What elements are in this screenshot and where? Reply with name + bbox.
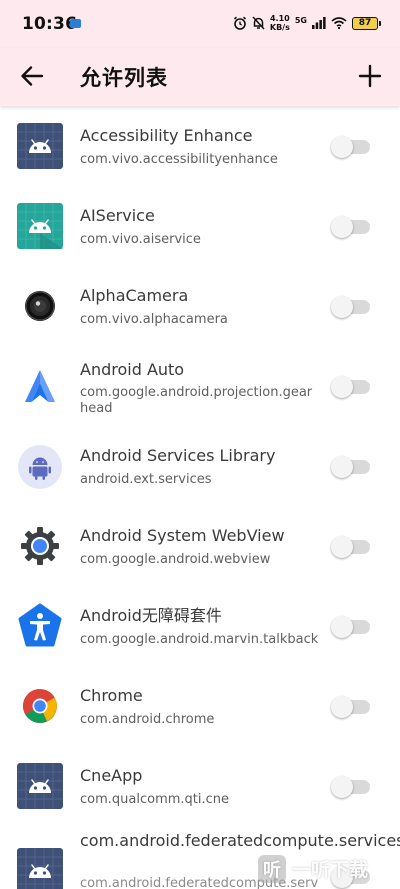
app-package: com.google.android.marvin.talkback — [80, 632, 319, 647]
app-name: Android无障碍套件 — [80, 606, 222, 625]
network-speed: 4.10 KB/s — [270, 14, 290, 32]
notification-icon — [70, 19, 81, 28]
status-time: 10:36 — [22, 14, 78, 34]
camera-lens-icon — [25, 291, 55, 321]
toggle-knob — [331, 216, 353, 238]
toggle-knob — [331, 296, 353, 318]
list-item[interactable]: AlphaCamera com.vivo.alphacamera — [0, 266, 400, 346]
accessibility-icon — [18, 603, 62, 647]
android-robot-icon — [18, 445, 62, 489]
allow-toggle[interactable] — [331, 536, 370, 558]
signal-icon — [312, 17, 326, 29]
allow-toggle[interactable] — [331, 376, 370, 398]
list-item[interactable]: Accessibility Enhance com.vivo.accessibi… — [0, 106, 400, 186]
battery-level: 87 — [358, 17, 372, 28]
add-icon[interactable] — [356, 62, 384, 90]
page-title: 允许列表 — [80, 66, 168, 90]
app-package: com.vivo.alphacamera — [80, 312, 228, 327]
app-package: com.vivo.accessibilityenhance — [80, 152, 278, 167]
allow-toggle[interactable] — [331, 696, 370, 718]
allow-toggle[interactable] — [331, 296, 370, 318]
toggle-knob — [331, 536, 353, 558]
toggle-knob — [331, 456, 353, 478]
watermark-text: 一听下载 — [292, 859, 369, 881]
network-type: 5G — [294, 15, 307, 25]
watermark-badge: 听 — [258, 854, 286, 883]
list-item[interactable]: Android System WebView com.google.androi… — [0, 506, 400, 586]
allow-toggle[interactable] — [331, 456, 370, 478]
app-package: com.google.android.webview — [80, 552, 271, 567]
list-item[interactable]: Chrome com.android.chrome — [0, 666, 400, 746]
android-auto-icon — [25, 370, 55, 402]
android-default-icon — [17, 848, 63, 889]
app-package: com.android.chrome — [80, 712, 215, 727]
app-name: Android Auto — [80, 360, 185, 379]
android-default-icon — [17, 203, 63, 249]
toggle-knob — [331, 136, 353, 158]
app-name: Chrome — [80, 686, 143, 705]
app-name: Accessibility Enhance — [80, 126, 253, 145]
back-arrow-icon[interactable] — [18, 62, 46, 90]
android-default-icon — [17, 123, 63, 169]
chrome-icon — [23, 689, 57, 723]
app-package: com.vivo.aiservice — [80, 232, 201, 247]
toggle-knob — [331, 696, 353, 718]
allow-toggle[interactable] — [331, 616, 370, 638]
app-name: AIService — [80, 206, 155, 225]
app-package: com.qualcomm.qti.cne — [80, 792, 230, 807]
app-name: AlphaCamera — [80, 286, 189, 305]
status-indicators: 4.10 KB/s 5G 87 — [233, 12, 381, 34]
app-name: CneApp — [80, 766, 143, 785]
list-item[interactable]: Android无障碍套件 com.google.android.marvin.t… — [0, 586, 400, 666]
webview-gear-icon — [21, 527, 59, 565]
app-list: Accessibility Enhance com.vivo.accessibi… — [0, 106, 400, 889]
allow-toggle[interactable] — [331, 136, 370, 158]
app-name: Android Services Library — [80, 446, 276, 465]
list-item[interactable]: AIService com.vivo.aiservice — [0, 186, 400, 266]
wifi-icon — [331, 17, 347, 29]
mute-bell-icon — [252, 16, 265, 30]
toggle-knob — [331, 376, 353, 398]
speed-unit: KB/s — [269, 23, 290, 32]
toggle-knob — [331, 776, 353, 798]
allow-toggle[interactable] — [331, 216, 370, 238]
app-package: com.google.android.projection.gearhead — [80, 385, 313, 416]
alarm-icon — [233, 16, 246, 30]
app-bar: 允许列表 — [0, 48, 400, 106]
list-item[interactable]: Android Services Library android.ext.ser… — [0, 426, 400, 506]
toggle-knob — [331, 616, 353, 638]
status-bar: 10:36 4.10 KB/s 5G 87 — [0, 0, 400, 48]
watermark: 听 一听下载 — [258, 848, 400, 889]
list-item[interactable]: Android Auto com.google.android.projecti… — [0, 346, 400, 426]
app-name: Android System WebView — [80, 526, 285, 545]
allow-toggle[interactable] — [331, 776, 370, 798]
speed-value: 4.10 — [269, 14, 290, 23]
battery-icon: 87 — [352, 16, 381, 30]
android-default-icon — [17, 763, 63, 809]
list-item[interactable]: CneApp com.qualcomm.qti.cne — [0, 746, 400, 826]
app-package: android.ext.services — [80, 472, 212, 487]
